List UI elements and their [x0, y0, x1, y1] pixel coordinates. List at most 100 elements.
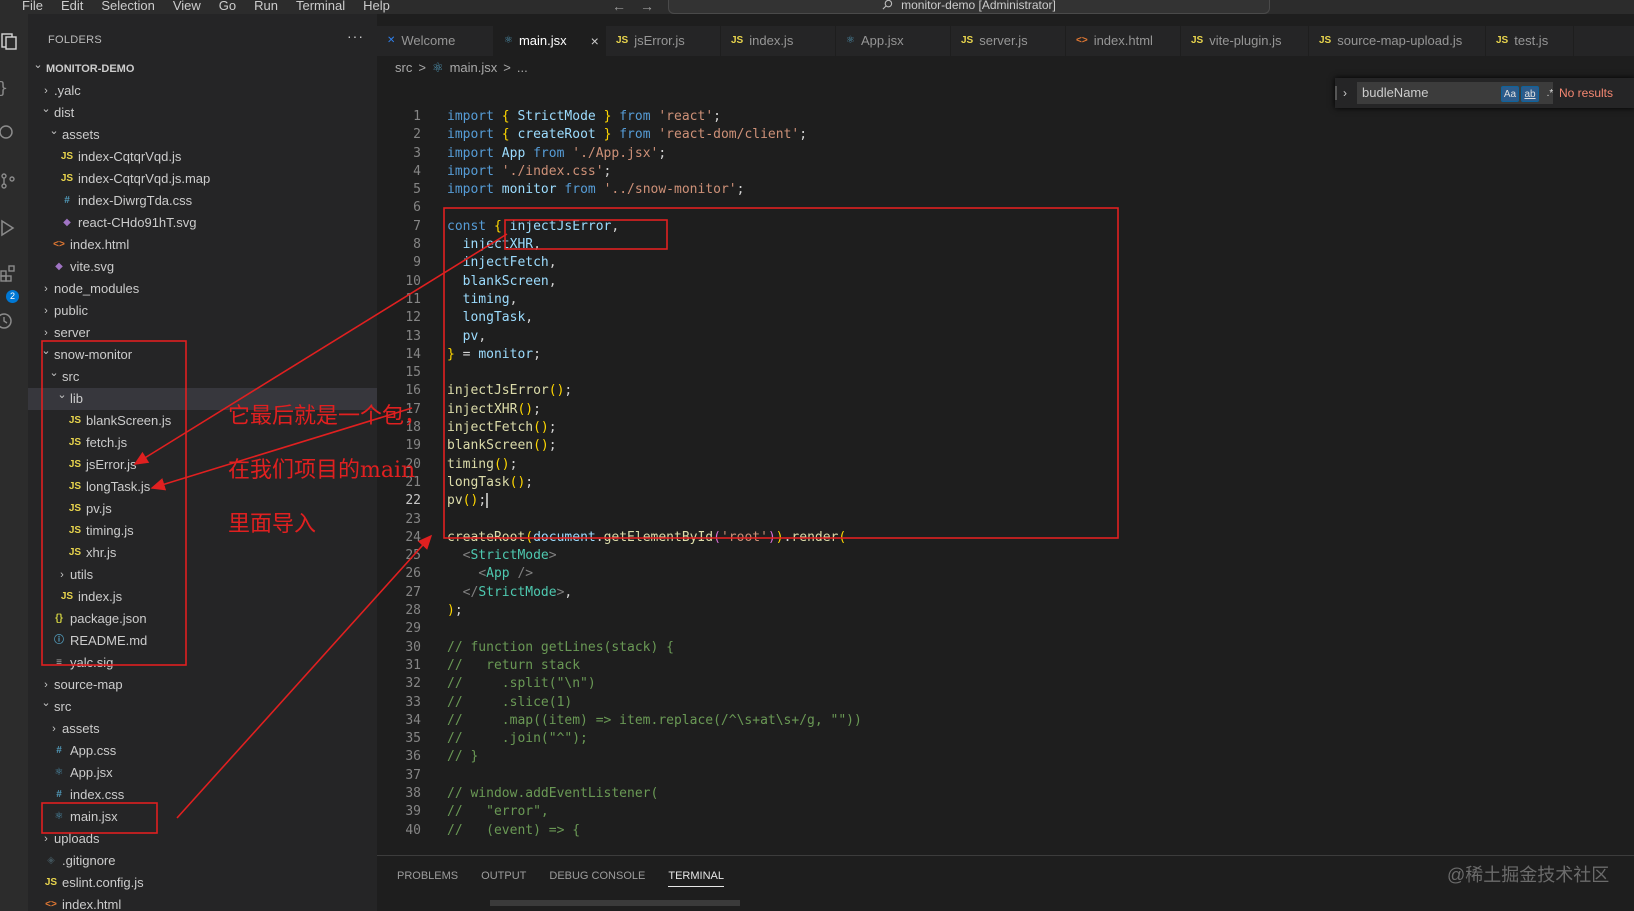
code-line[interactable]: 13 pv, [377, 328, 1634, 346]
regex-toggle[interactable]: .* [1541, 86, 1559, 102]
arrow-left-icon[interactable]: ← [612, 0, 626, 15]
code-line[interactable]: 22 pv(); [377, 492, 1634, 510]
whole-word-toggle[interactable]: ab [1521, 86, 1539, 102]
menu-go[interactable]: Go [210, 0, 245, 15]
tree-item[interactable]: # index-DiwrgTda.css [28, 190, 377, 212]
search-icon[interactable] [0, 124, 18, 142]
code-line[interactable]: 28); [377, 602, 1634, 620]
explorer-icon[interactable] [0, 32, 18, 50]
code-line[interactable]: 17 injectXHR(); [377, 401, 1634, 419]
code-line[interactable]: 39 // "error", [377, 803, 1634, 821]
tab-welcome[interactable]: ✕ Welcome [377, 26, 494, 56]
tree-item[interactable]: ◆ vite.svg [28, 256, 377, 278]
chevron-right-icon[interactable]: › [56, 564, 68, 586]
code-line[interactable]: 32 // .split("\n") [377, 675, 1634, 693]
code-line[interactable]: 10 blankScreen, [377, 273, 1634, 291]
find-input[interactable]: budleName Aa ab .* [1357, 82, 1553, 104]
panel-tab-terminal[interactable]: TERMINAL [668, 870, 724, 887]
tree-item[interactable]: JS xhr.js [28, 542, 377, 564]
tab-jserror-js[interactable]: JS jsError.js [606, 26, 721, 56]
tree-item[interactable]: JS index.js [28, 586, 377, 608]
tree-item[interactable]: › server [28, 322, 377, 344]
menu-help[interactable]: Help [354, 0, 399, 15]
code-line[interactable]: 31 // return stack [377, 657, 1634, 675]
tree-item[interactable]: ⚛ App.jsx [28, 762, 377, 784]
menu-view[interactable]: View [164, 0, 210, 15]
tree-item[interactable]: JS timing.js [28, 520, 377, 542]
tree-item[interactable]: ⌄ snow-monitor [28, 344, 377, 366]
chevron-down-icon[interactable]: ⌄ [48, 120, 60, 142]
chevron-right-icon[interactable]: › [1335, 86, 1353, 100]
code-line[interactable]: 37 [377, 767, 1634, 785]
tree-item[interactable]: › uploads [28, 828, 377, 850]
code-line[interactable]: 20 timing(); [377, 456, 1634, 474]
command-center[interactable]: monitor-demo [Administrator] [668, 0, 1270, 14]
tree-item[interactable]: JS eslint.config.js [28, 872, 377, 894]
code-line[interactable]: 3 import App from './App.jsx'; [377, 145, 1634, 163]
tree-item[interactable]: ⌄ src [28, 696, 377, 718]
code-line[interactable]: 16 injectJsError(); [377, 382, 1634, 400]
code-line[interactable]: 33 // .slice(1) [377, 694, 1634, 712]
code-line[interactable]: 19 blankScreen(); [377, 437, 1634, 455]
code-line[interactable]: 30 // function getLines(stack) { [377, 639, 1634, 657]
tree-item[interactable]: › .yalc [28, 80, 377, 102]
code-line[interactable]: 24 createRoot(document.getElementById('ro… [377, 529, 1634, 547]
code-line[interactable]: 27 </StrictMode>, [377, 584, 1634, 602]
tree-item[interactable]: › node_modules [28, 278, 377, 300]
code-line[interactable]: 9 injectFetch, [377, 254, 1634, 272]
close-icon[interactable]: × [591, 26, 599, 56]
tree-item[interactable]: JS index-CqtqrVqd.js.map [28, 168, 377, 190]
tree-item[interactable]: ◆ react-CHdo91hT.svg [28, 212, 377, 234]
tab-vite-plugin-js[interactable]: JS vite-plugin.js [1181, 26, 1309, 56]
menu-run[interactable]: Run [245, 0, 287, 15]
code-line[interactable]: 21 longTask(); [377, 474, 1634, 492]
tree-item[interactable]: ≡ yalc.sig [28, 652, 377, 674]
breadcrumb-folder[interactable]: src [395, 58, 412, 78]
code-line[interactable]: 15 [377, 364, 1634, 382]
chevron-right-icon[interactable]: › [40, 828, 52, 850]
tree-item[interactable]: ◈ .gitignore [28, 850, 377, 872]
code-line[interactable]: 18 injectFetch(); [377, 419, 1634, 437]
tab-server-js[interactable]: JS server.js [951, 26, 1066, 56]
code-editor[interactable]: 1 import { StrictMode } from 'react'; 2 imp… [377, 108, 1634, 840]
source-control-icon[interactable] [0, 172, 18, 190]
chevron-right-icon[interactable]: › [48, 718, 60, 740]
tree-item[interactable]: ⌄ dist [28, 102, 377, 124]
tree-item[interactable]: ⌄ assets [28, 124, 377, 146]
tree-item[interactable]: ⓘ README.md [28, 630, 377, 652]
panel-tab-debug-console[interactable]: DEBUG CONSOLE [549, 870, 645, 887]
tree-item[interactable]: JS fetch.js [28, 432, 377, 454]
tree-item[interactable]: # index.css [28, 784, 377, 806]
chevron-down-icon[interactable]: ⌄ [32, 54, 44, 76]
tree-item[interactable]: ⚛ main.jsx [28, 806, 377, 828]
extensions-icon[interactable] [0, 264, 18, 282]
tree-item[interactable]: › public [28, 300, 377, 322]
chevron-right-icon[interactable]: › [40, 278, 52, 300]
breadcrumb-symbols[interactable]: ... [517, 58, 528, 78]
tree-item[interactable]: JS pv.js [28, 498, 377, 520]
code-line[interactable]: 14} = monitor; [377, 346, 1634, 364]
code-line[interactable]: 12 longTask, [377, 309, 1634, 327]
code-line[interactable]: 35 // .join("^"); [377, 730, 1634, 748]
code-line[interactable]: 29 [377, 620, 1634, 638]
chevron-down-icon[interactable]: ⌄ [56, 384, 68, 406]
tree-item[interactable]: {} package.json [28, 608, 377, 630]
tree-item[interactable]: › utils [28, 564, 377, 586]
tree-item[interactable]: # App.css [28, 740, 377, 762]
tab-source-map-upload-js[interactable]: JS source-map-upload.js [1309, 26, 1486, 56]
code-line[interactable]: 6 [377, 199, 1634, 217]
tab-app-jsx[interactable]: ⚛ App.jsx [836, 26, 951, 56]
match-case-toggle[interactable]: Aa [1501, 86, 1519, 102]
tab-test-js[interactable]: JS test.js [1486, 26, 1574, 56]
code-line[interactable]: 5 import monitor from '../snow-monitor'; [377, 181, 1634, 199]
code-line[interactable]: 38 // window.addEventListener( [377, 785, 1634, 803]
code-line[interactable]: 4 import './index.css'; [377, 163, 1634, 181]
tree-item[interactable]: ⌄ src [28, 366, 377, 388]
code-line[interactable]: 2 import { createRoot } from 'react-dom/c… [377, 126, 1634, 144]
tree-item[interactable]: ⌄ MONITOR-DEMO [28, 58, 377, 80]
menu-edit[interactable]: Edit [52, 0, 92, 15]
tab-index-js[interactable]: JS index.js [721, 26, 836, 56]
tree-item[interactable]: › assets [28, 718, 377, 740]
code-line[interactable]: 34 // .map((item) => item.replace(/^\s+at… [377, 712, 1634, 730]
chevron-right-icon[interactable]: › [40, 300, 52, 322]
